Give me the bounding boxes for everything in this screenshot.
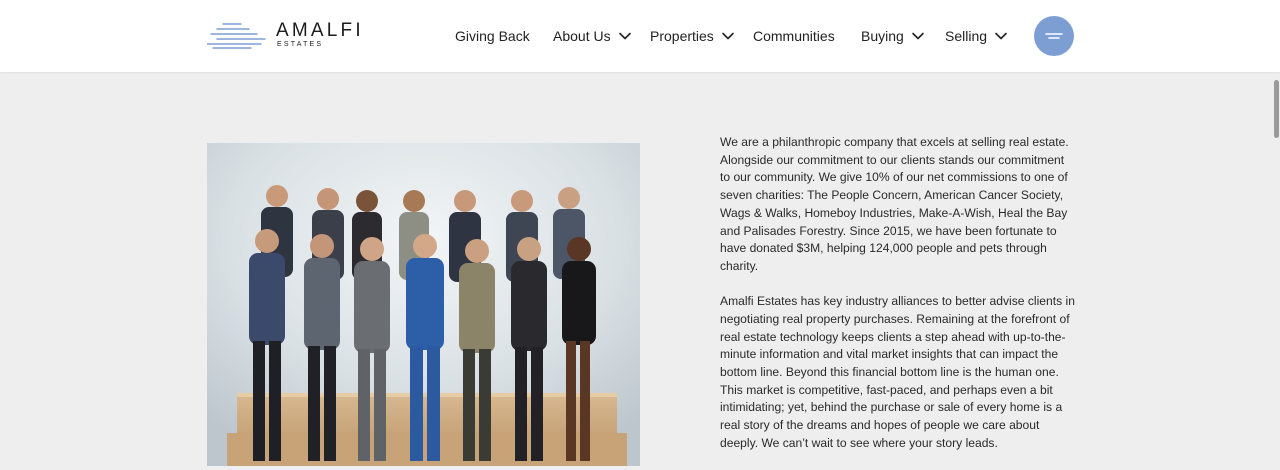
nav-label: Communities <box>753 28 835 44</box>
team-photo-image <box>207 143 640 466</box>
nav-label: Properties <box>650 28 714 44</box>
nav-properties[interactable]: Properties <box>650 26 735 46</box>
nav-about-us[interactable]: About Us <box>553 26 632 46</box>
menu-button[interactable] <box>1034 16 1074 56</box>
nav-buying[interactable]: Buying <box>861 26 925 46</box>
nav-selling[interactable]: Selling <box>945 26 1008 46</box>
team-photo <box>207 143 640 466</box>
logo-subtitle: ESTATES <box>277 41 324 48</box>
nav-communities[interactable]: Communities <box>753 26 835 46</box>
logo-lines-icon <box>207 23 266 49</box>
giving-paragraph: We are a philanthropic company that exce… <box>720 135 1069 273</box>
chevron-down-icon <box>722 32 734 40</box>
hamburger-icon <box>1045 33 1063 39</box>
logo-wordmark: AMALFI <box>276 20 364 41</box>
nav-label: Buying <box>861 28 904 44</box>
chevron-down-icon <box>912 32 924 40</box>
nav-giving-back[interactable]: Giving Back <box>455 26 530 46</box>
alliances-paragraph: Amalfi Estates has key industry alliance… <box>720 294 1075 450</box>
chevron-down-icon <box>995 32 1007 40</box>
chevron-down-icon <box>618 32 631 40</box>
nav-label: Giving Back <box>455 28 530 44</box>
about-copy: We are a philanthropic company that exce… <box>720 134 1076 470</box>
page-scrollbar[interactable] <box>1272 72 1280 466</box>
nav-label: Selling <box>945 28 988 44</box>
nav-label: About Us <box>553 28 611 44</box>
scrollbar-thumb[interactable] <box>1274 80 1279 138</box>
amalfi-estates-logo[interactable]: AMALFI ESTATES <box>207 20 367 50</box>
site-header: AMALFI ESTATES Giving Back About Us Prop… <box>0 0 1280 72</box>
